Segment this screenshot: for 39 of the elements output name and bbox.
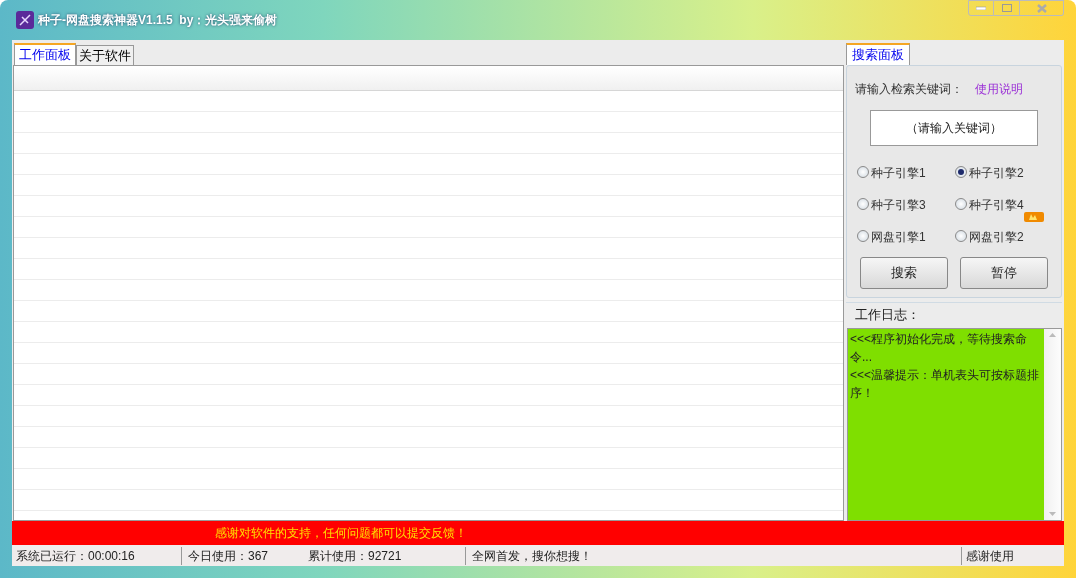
radio-label: 种子引擎4 <box>969 198 1024 212</box>
status-text: 今日使用：367 <box>187 547 270 565</box>
help-link[interactable]: 使用说明 <box>975 80 1023 98</box>
action-button[interactable]: 暂停 <box>960 257 1048 289</box>
tab[interactable]: 关于软件 <box>76 45 134 65</box>
log-line: <<<程序初始化完成，等待搜索命令... <box>850 330 1029 366</box>
radio-label: 网盘引擎1 <box>871 230 926 244</box>
app-logo-icon <box>16 11 34 29</box>
status-text: 系统已运行：00:00:16 <box>12 546 182 565</box>
tab[interactable]: 工作面板 <box>14 43 76 65</box>
radio-label: 种子引擎3 <box>871 198 926 212</box>
radio-button[interactable] <box>955 166 967 178</box>
maximize-button[interactable] <box>994 0 1020 16</box>
radio-button[interactable] <box>955 230 967 242</box>
close-icon <box>1036 3 1047 13</box>
keyword-field[interactable]: （请输入关键词） <box>870 110 1038 146</box>
log-title: 工作日志： <box>854 306 921 324</box>
radio-button[interactable] <box>955 198 967 210</box>
status-text: 全网首发，搜你想搜！ <box>466 546 962 565</box>
tab[interactable]: 搜索面板 <box>846 43 910 65</box>
notice-text: 感谢对软件的支持，任何问题都可以提交反馈！ <box>215 525 467 542</box>
radio-button[interactable] <box>857 230 869 242</box>
status-text: 累计使用：92721 <box>308 546 466 565</box>
scroll-up-icon <box>1049 332 1056 337</box>
scroll-down-icon <box>1049 512 1056 516</box>
log-line: <<<温馨提示：单机表头可按标题排序！ <box>850 366 1041 402</box>
radio-button[interactable] <box>857 166 869 178</box>
status-text: 感谢使用 <box>965 547 1015 565</box>
window-title: 种子-网盘搜索神器V1.1.5 by：光头强来偷树 <box>38 12 278 29</box>
radio-label: 种子引擎2 <box>969 166 1024 180</box>
radio-button[interactable] <box>857 198 869 210</box>
radio-label: 网盘引擎2 <box>969 230 1024 244</box>
maximize-icon <box>1001 4 1012 12</box>
keyword-prompt: 请输入检索关键词： <box>855 81 963 98</box>
minimize-icon <box>976 6 986 10</box>
scrollbar[interactable] <box>1044 328 1061 520</box>
radio-label: 种子引擎1 <box>871 166 926 180</box>
action-button[interactable]: 搜索 <box>860 257 948 289</box>
close-button[interactable] <box>1020 0 1064 16</box>
